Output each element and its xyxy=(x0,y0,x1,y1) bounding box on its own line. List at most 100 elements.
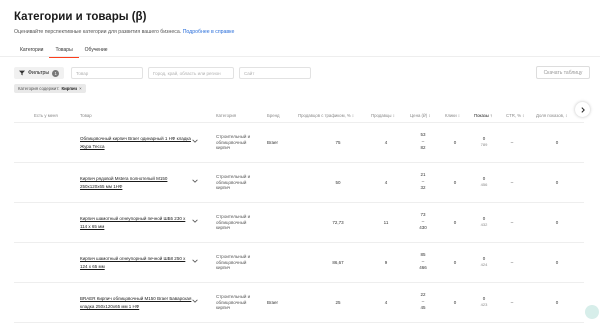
clicks-cell: 0 xyxy=(453,140,457,145)
products-table: Есть у меня Товар Категория Бренд Продав… xyxy=(14,108,584,323)
price-max: 466 xyxy=(419,265,427,270)
filter-chip[interactable]: Категория содержит: Кирпич × xyxy=(14,84,86,93)
header-brand[interactable]: Бренд xyxy=(267,113,279,118)
category-cell: Строительный и облицовочный кирпич xyxy=(216,174,251,191)
tabs-divider xyxy=(0,56,600,57)
header-price[interactable]: Цена (₽) ↕ xyxy=(410,113,430,119)
shows-cell: 0 432 xyxy=(474,216,494,228)
site-input[interactable]: Сайт xyxy=(239,67,311,79)
product-cell[interactable]: Кирпич шамотный огнеупорный печной ШБ8 2… xyxy=(80,243,192,282)
price-cell: 53–82 xyxy=(413,132,433,152)
header-in-store[interactable]: Есть у меня xyxy=(34,113,58,118)
header-ctr[interactable]: CTR, % ↕ xyxy=(506,113,524,118)
site-placeholder: Сайт xyxy=(244,70,255,76)
product-cell[interactable]: Кирпич шамотный огнеупорный печной ШБ5 2… xyxy=(80,203,192,242)
page-title: Категории и товары (β) xyxy=(14,11,147,23)
traffic-share-cell: 75 xyxy=(335,140,341,145)
traffic-share-cell: 86,67 xyxy=(332,260,344,265)
price-max: 430 xyxy=(419,225,427,230)
product-cell[interactable]: Кирпич рядовой Mstera полнотелый М150 25… xyxy=(80,163,192,202)
header-product[interactable]: Товар xyxy=(80,113,92,118)
product-link[interactable]: BRAER Кирпич облицовочный М150 Braer Бав… xyxy=(80,295,192,311)
ctr-cell: – xyxy=(510,300,514,305)
chevron-down-icon[interactable] xyxy=(192,218,198,224)
shows-cell: 0 424 xyxy=(474,256,494,268)
price-max: 45 xyxy=(420,305,426,310)
share-cell: 0 xyxy=(555,180,559,185)
sellers-cell: 9 xyxy=(384,260,388,265)
page-subtitle: Оценивайте перспективные категории для р… xyxy=(14,29,234,35)
product-cell[interactable]: BRAER Кирпич облицовочный М150 Braer Бав… xyxy=(80,283,192,322)
shows-cell: 0 423 xyxy=(474,296,494,308)
product-link[interactable]: Кирпич рядовой Mstera полнотелый М150 25… xyxy=(80,175,192,191)
product-search-input[interactable]: Товар xyxy=(71,67,143,79)
sellers-cell: 4 xyxy=(384,180,388,185)
help-link[interactable]: Подробнее в справке xyxy=(183,29,235,35)
header-traffic-share[interactable]: Продавцов с трафиком, % ↕ xyxy=(298,113,354,118)
product-link[interactable]: Кирпич шамотный огнеупорный печной ШБ5 2… xyxy=(80,215,192,231)
ctr-cell: – xyxy=(510,260,514,265)
product-link[interactable]: Кирпич шамотный огнеупорный печной ШБ8 2… xyxy=(80,255,192,271)
share-cell: 0 xyxy=(555,140,559,145)
price-cell: 21–32 xyxy=(413,172,433,192)
category-cell: Строительный и облицовочный кирпич xyxy=(216,214,251,231)
chevron-down-icon[interactable] xyxy=(192,178,198,184)
region-input[interactable]: Город, край, область или регион xyxy=(148,67,234,79)
table-row[interactable]: BRAER Кирпич облицовочный М150 Braer Бав… xyxy=(14,283,584,323)
clicks-cell: 0 xyxy=(453,300,457,305)
ctr-cell: – xyxy=(510,220,514,225)
table-row[interactable]: Кирпич шамотный огнеупорный печной ШБ8 2… xyxy=(14,243,584,283)
shows-sub-value: 456 xyxy=(480,182,488,187)
shows-cell: 0 456 xyxy=(474,176,494,188)
assistant-icon[interactable] xyxy=(585,305,599,319)
product-link[interactable]: Облицовочный кирпич Braer одинарный 1 НФ… xyxy=(80,135,192,151)
clicks-cell: 0 xyxy=(453,180,457,185)
filter-icon xyxy=(19,70,25,76)
sellers-cell: 4 xyxy=(384,140,388,145)
clicks-cell: 0 xyxy=(453,260,457,265)
header-clicks[interactable]: Клики ↕ xyxy=(445,113,460,118)
region-placeholder: Город, край, область или регион xyxy=(153,70,221,76)
filters-label: Фильтры xyxy=(28,70,50,76)
product-cell[interactable]: Облицовочный кирпич Braer одинарный 1 НФ… xyxy=(80,123,192,162)
download-table-button[interactable]: Скачать таблицу xyxy=(536,66,590,79)
chevron-down-icon[interactable] xyxy=(192,258,198,264)
filters-button[interactable]: Фильтры 1 xyxy=(14,67,64,79)
share-cell: 0 xyxy=(555,260,559,265)
chevron-down-icon[interactable] xyxy=(192,298,198,304)
chip-prefix: Категория содержит: xyxy=(18,86,60,91)
table-row[interactable]: Облицовочный кирпич Braer одинарный 1 НФ… xyxy=(14,123,584,163)
brand-cell: Braer xyxy=(267,300,279,305)
ctr-cell: – xyxy=(510,140,514,145)
shows-sub-value: 432 xyxy=(480,222,488,227)
filters-count-badge: 1 xyxy=(52,69,60,77)
product-search-placeholder: Товар xyxy=(76,70,89,76)
ctr-cell: – xyxy=(510,180,514,185)
table-header: Есть у меня Товар Категория Бренд Продав… xyxy=(14,108,584,123)
price-cell: 85–466 xyxy=(413,252,433,272)
shows-sub-value: 789 xyxy=(480,142,488,147)
header-shows[interactable]: Показы ↑ xyxy=(474,113,492,118)
header-share[interactable]: Доля показов, ↕ xyxy=(536,113,567,118)
traffic-share-cell: 25 xyxy=(335,300,341,305)
shows-sub-value: 423 xyxy=(480,302,488,307)
table-row[interactable]: Кирпич рядовой Mstera полнотелый М150 25… xyxy=(14,163,584,203)
header-sellers[interactable]: Продавцы ↕ xyxy=(371,113,395,118)
chip-value: Кирпич xyxy=(61,86,78,91)
chevron-down-icon[interactable] xyxy=(192,138,198,144)
chip-close-icon[interactable]: × xyxy=(79,86,82,91)
shows-sub-value: 424 xyxy=(480,262,488,267)
shows-cell: 0 789 xyxy=(474,136,494,148)
sellers-cell: 4 xyxy=(384,300,388,305)
price-max: 82 xyxy=(420,145,426,150)
table-body: Облицовочный кирпич Braer одинарный 1 НФ… xyxy=(14,123,584,323)
brand-cell: Braer xyxy=(267,140,279,145)
table-row[interactable]: Кирпич шамотный огнеупорный печной ШБ5 2… xyxy=(14,203,584,243)
price-cell: 22–45 xyxy=(413,292,433,312)
header-category[interactable]: Категория xyxy=(216,113,236,118)
traffic-share-cell: 50 xyxy=(335,180,341,185)
price-max: 32 xyxy=(420,185,426,190)
sellers-cell: 11 xyxy=(383,220,389,225)
clicks-cell: 0 xyxy=(453,220,457,225)
price-cell: 73–430 xyxy=(413,212,433,232)
